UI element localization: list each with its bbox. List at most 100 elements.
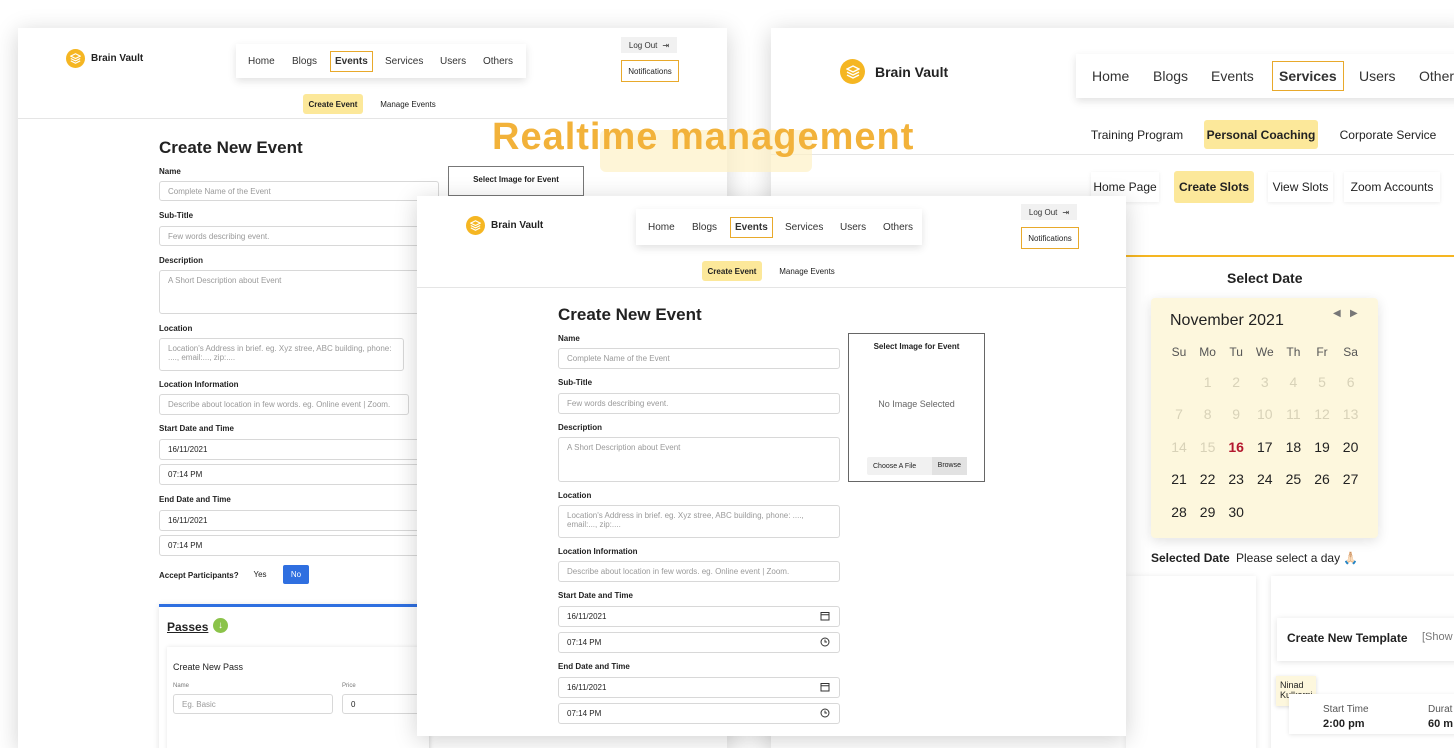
subtitle-input[interactable]: Few words describing event. [558, 393, 840, 414]
nav-services[interactable]: Services [785, 222, 823, 233]
calendar-day[interactable]: 23 [1222, 471, 1250, 487]
calendar-day[interactable]: 29 [1194, 504, 1222, 520]
nav-events[interactable]: Events [730, 216, 773, 238]
nav-users[interactable]: Users [840, 222, 866, 233]
calendar-day: 7 [1175, 406, 1183, 423]
nav-services[interactable]: Services [1272, 61, 1344, 91]
calendar-day: 15 [1199, 438, 1216, 455]
start-date-input[interactable]: 16/11/2021 [159, 439, 429, 460]
location-info-input[interactable]: Describe about location in few words. eg… [558, 561, 840, 582]
logout-button[interactable]: Log Out ⇥ [1021, 204, 1077, 220]
choose-file-label: Choose A File [873, 462, 917, 470]
next-month-icon[interactable]: ▶ [1350, 308, 1358, 319]
prev-month-icon[interactable]: ◀ [1333, 308, 1341, 319]
tab-corporate-service[interactable]: Corporate Service [1333, 122, 1443, 148]
nav-users[interactable]: Users [1359, 68, 1396, 84]
tab-training-program[interactable]: Training Program [1087, 122, 1187, 148]
nav-events[interactable]: Events [1211, 68, 1254, 84]
nav-home[interactable]: Home [1092, 68, 1129, 84]
tab-manage-events[interactable]: Manage Events [775, 261, 839, 281]
end-time-input[interactable]: 07:14 PM [558, 703, 840, 724]
name-input[interactable]: Complete Name of the Event [558, 348, 840, 369]
clock-icon[interactable] [820, 637, 830, 649]
end-date-input[interactable]: 16/11/2021 [159, 510, 429, 531]
location-input[interactable]: Location's Address in brief. eg. Xyz str… [159, 338, 404, 371]
tab-zoom-accounts[interactable]: Zoom Accounts [1344, 172, 1440, 202]
subtitle-input[interactable]: Few words describing event. [159, 226, 439, 246]
description-input[interactable]: A Short Description about Event [159, 270, 439, 314]
tab-create-event[interactable]: Create Event [303, 94, 363, 114]
brain-vault-logo-icon [466, 216, 485, 235]
accept-yes-button[interactable]: Yes [248, 565, 272, 584]
browse-button[interactable]: Browse [931, 457, 967, 475]
nav-users[interactable]: Users [440, 56, 466, 67]
nav-home[interactable]: Home [248, 56, 275, 67]
create-pass-box: Create New Pass Name Eg. Basic Price 0 [167, 647, 429, 748]
start-time-input[interactable]: 07:14 PM [558, 632, 840, 653]
brand-logo[interactable]: Brain Vault [66, 49, 143, 68]
image-panel: Select Image for Event [448, 166, 584, 196]
tab-manage-events[interactable]: Manage Events [376, 94, 440, 114]
calendar-day[interactable]: 21 [1165, 471, 1193, 487]
nav-others[interactable]: Other [1419, 68, 1454, 84]
calendar-day[interactable]: 26 [1308, 471, 1336, 487]
calendar-day[interactable]: 18 [1279, 439, 1307, 455]
add-pass-icon[interactable]: ↓ [213, 618, 228, 633]
tab-personal-coaching[interactable]: Personal Coaching [1204, 120, 1318, 149]
file-picker[interactable]: Choose A File Browse [867, 457, 967, 475]
nav-services[interactable]: Services [385, 56, 423, 67]
notifications-button[interactable]: Notifications [621, 60, 679, 82]
end-date-input[interactable]: 16/11/2021 [558, 677, 840, 698]
weekday-label: Tu [1229, 345, 1243, 359]
nav-blogs[interactable]: Blogs [692, 222, 717, 233]
pass-price-input[interactable]: 0 [342, 694, 422, 714]
calendar-day[interactable]: 28 [1165, 504, 1193, 520]
start-date-label: Start Date and Time [159, 424, 234, 433]
pass-name-input[interactable]: Eg. Basic [173, 694, 333, 714]
nav-home[interactable]: Home [648, 222, 675, 233]
logout-icon: ⇥ [662, 40, 670, 50]
start-date-input[interactable]: 16/11/2021 [558, 606, 840, 627]
nav-events[interactable]: Events [330, 50, 373, 72]
calendar-day[interactable]: 22 [1194, 471, 1222, 487]
calendar-icon[interactable] [820, 611, 830, 623]
passes-title: Passes [167, 620, 209, 634]
calendar-day[interactable]: 20 [1337, 439, 1365, 455]
location-input[interactable]: Location's Address in brief. eg. Xyz str… [558, 505, 840, 538]
clock-icon[interactable] [820, 708, 830, 720]
accent-line [1126, 255, 1454, 257]
calendar-day[interactable]: 25 [1279, 471, 1307, 487]
brand-logo[interactable]: Brain Vault [466, 216, 543, 235]
calendar-icon[interactable] [820, 682, 830, 694]
nav-others[interactable]: Others [883, 222, 913, 233]
nav-others[interactable]: Others [483, 56, 513, 67]
tab-view-slots[interactable]: View Slots [1268, 172, 1333, 202]
brand-logo[interactable]: Brain Vault [840, 59, 948, 84]
nav-blogs[interactable]: Blogs [292, 56, 317, 67]
start-time-input[interactable]: 07:14 PM [159, 464, 429, 485]
calendar-day[interactable]: 24 [1251, 471, 1279, 487]
calendar-day[interactable]: 17 [1251, 439, 1279, 455]
calendar-day[interactable]: 30 [1222, 504, 1250, 520]
accept-no-button[interactable]: No [283, 565, 309, 584]
nav-blogs[interactable]: Blogs [1153, 68, 1188, 84]
name-label: Name [558, 334, 580, 343]
image-panel-title: Select Image for Event [473, 175, 559, 184]
template-show-link[interactable]: [Show [1422, 631, 1453, 643]
calendar-day[interactable]: 19 [1308, 439, 1336, 455]
tab-create-slots[interactable]: Create Slots [1174, 171, 1254, 203]
select-date-title: Select Date [1227, 270, 1303, 286]
description-input[interactable]: A Short Description about Event [558, 437, 840, 482]
headline: Realtime management [492, 116, 915, 158]
notifications-button[interactable]: Notifications [1021, 227, 1079, 249]
main-nav: Home Blogs Events Services Users Others [636, 209, 922, 245]
location-label: Location [159, 324, 193, 333]
location-info-input[interactable]: Describe about location in few words. eg… [159, 394, 409, 415]
end-time-input[interactable]: 07:14 PM [159, 535, 429, 556]
tab-create-event[interactable]: Create Event [702, 261, 762, 281]
calendar-day: 12 [1314, 406, 1330, 423]
calendar-day[interactable]: 16 [1222, 439, 1250, 455]
name-input[interactable]: Complete Name of the Event [159, 181, 439, 201]
calendar-day[interactable]: 27 [1337, 471, 1365, 487]
logout-button[interactable]: Log Out ⇥ [621, 37, 677, 53]
